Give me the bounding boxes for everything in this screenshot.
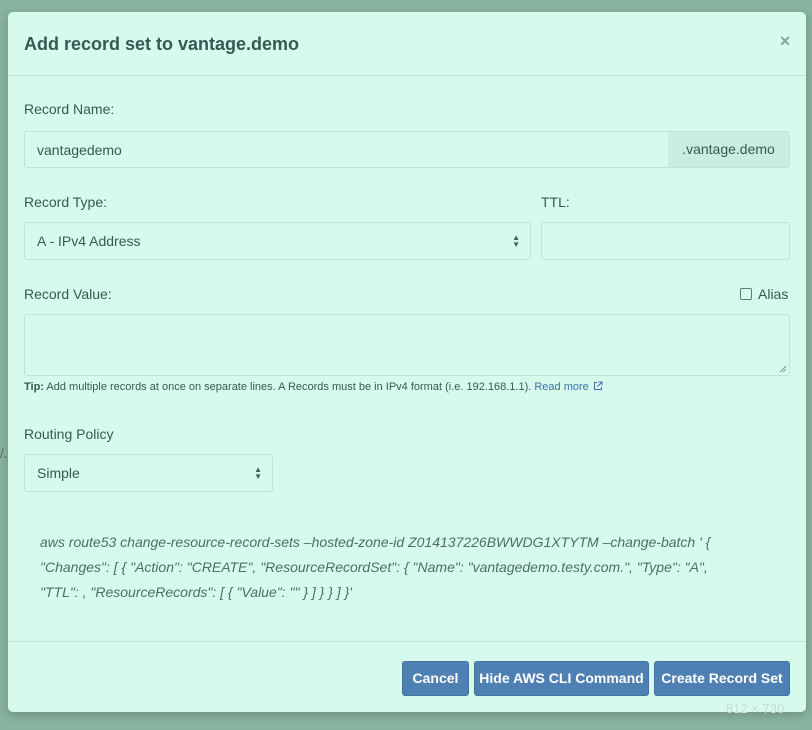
ttl-input[interactable] — [541, 222, 790, 260]
record-name-suffix: .vantage.demo — [668, 131, 790, 168]
close-icon[interactable]: × — [776, 30, 794, 52]
cli-line: "Changes": [ { "Action": "CREATE", "Reso… — [40, 559, 708, 575]
record-type-selected: A - IPv4 Address — [37, 233, 141, 249]
modal-header: Add record set to vantage.demo × — [8, 12, 806, 76]
record-type-select[interactable]: A - IPv4 Address ▲ ▼ — [24, 222, 531, 260]
external-link-icon[interactable] — [593, 381, 603, 391]
routing-policy-select[interactable]: Simple ▲ ▼ — [24, 454, 273, 492]
resize-handle-icon[interactable] — [779, 365, 787, 373]
routing-policy-selected: Simple — [37, 465, 80, 481]
record-name-input[interactable]: vantagedemo — [24, 131, 669, 168]
cancel-button[interactable]: Cancel — [402, 661, 469, 696]
routing-policy-label: Routing Policy — [24, 426, 114, 442]
record-name-value: vantagedemo — [37, 141, 122, 158]
record-value-tip: Tip: Add multiple records at once on sep… — [24, 381, 603, 393]
backdrop-text: /. — [0, 446, 8, 461]
modal-footer: Cancel Hide AWS CLI Command Create Recor… — [8, 641, 806, 712]
record-value-label: Record Value: — [24, 286, 112, 302]
aws-cli-command: aws route53 change-resource-record-sets … — [40, 530, 780, 605]
size-label: 812 × 730 — [726, 701, 785, 716]
record-type-label: Record Type: — [24, 194, 108, 210]
modal-title: Add record set to vantage.demo — [24, 34, 300, 54]
record-value-textarea[interactable] — [24, 314, 790, 376]
add-record-set-modal: Add record set to vantage.demo × Record … — [8, 12, 806, 712]
tip-prefix: Tip: — [24, 381, 44, 393]
alias-label[interactable]: Alias — [758, 286, 788, 302]
create-record-set-button[interactable]: Create Record Set — [654, 661, 790, 696]
cli-line: "TTL": , "ResourceRecords": [ { "Value":… — [40, 584, 352, 600]
select-arrows-icon: ▲ ▼ — [254, 465, 262, 481]
hide-aws-cli-command-button[interactable]: Hide AWS CLI Command — [474, 661, 649, 696]
ttl-label: TTL: — [541, 194, 570, 210]
read-more-link[interactable]: Read more — [534, 381, 588, 393]
alias-checkbox[interactable] — [740, 288, 752, 300]
select-arrows-icon: ▲ ▼ — [512, 233, 520, 249]
cli-line: aws route53 change-resource-record-sets … — [40, 534, 711, 550]
record-name-label: Record Name: — [24, 101, 115, 117]
tip-text: Add multiple records at once on separate… — [43, 381, 535, 393]
